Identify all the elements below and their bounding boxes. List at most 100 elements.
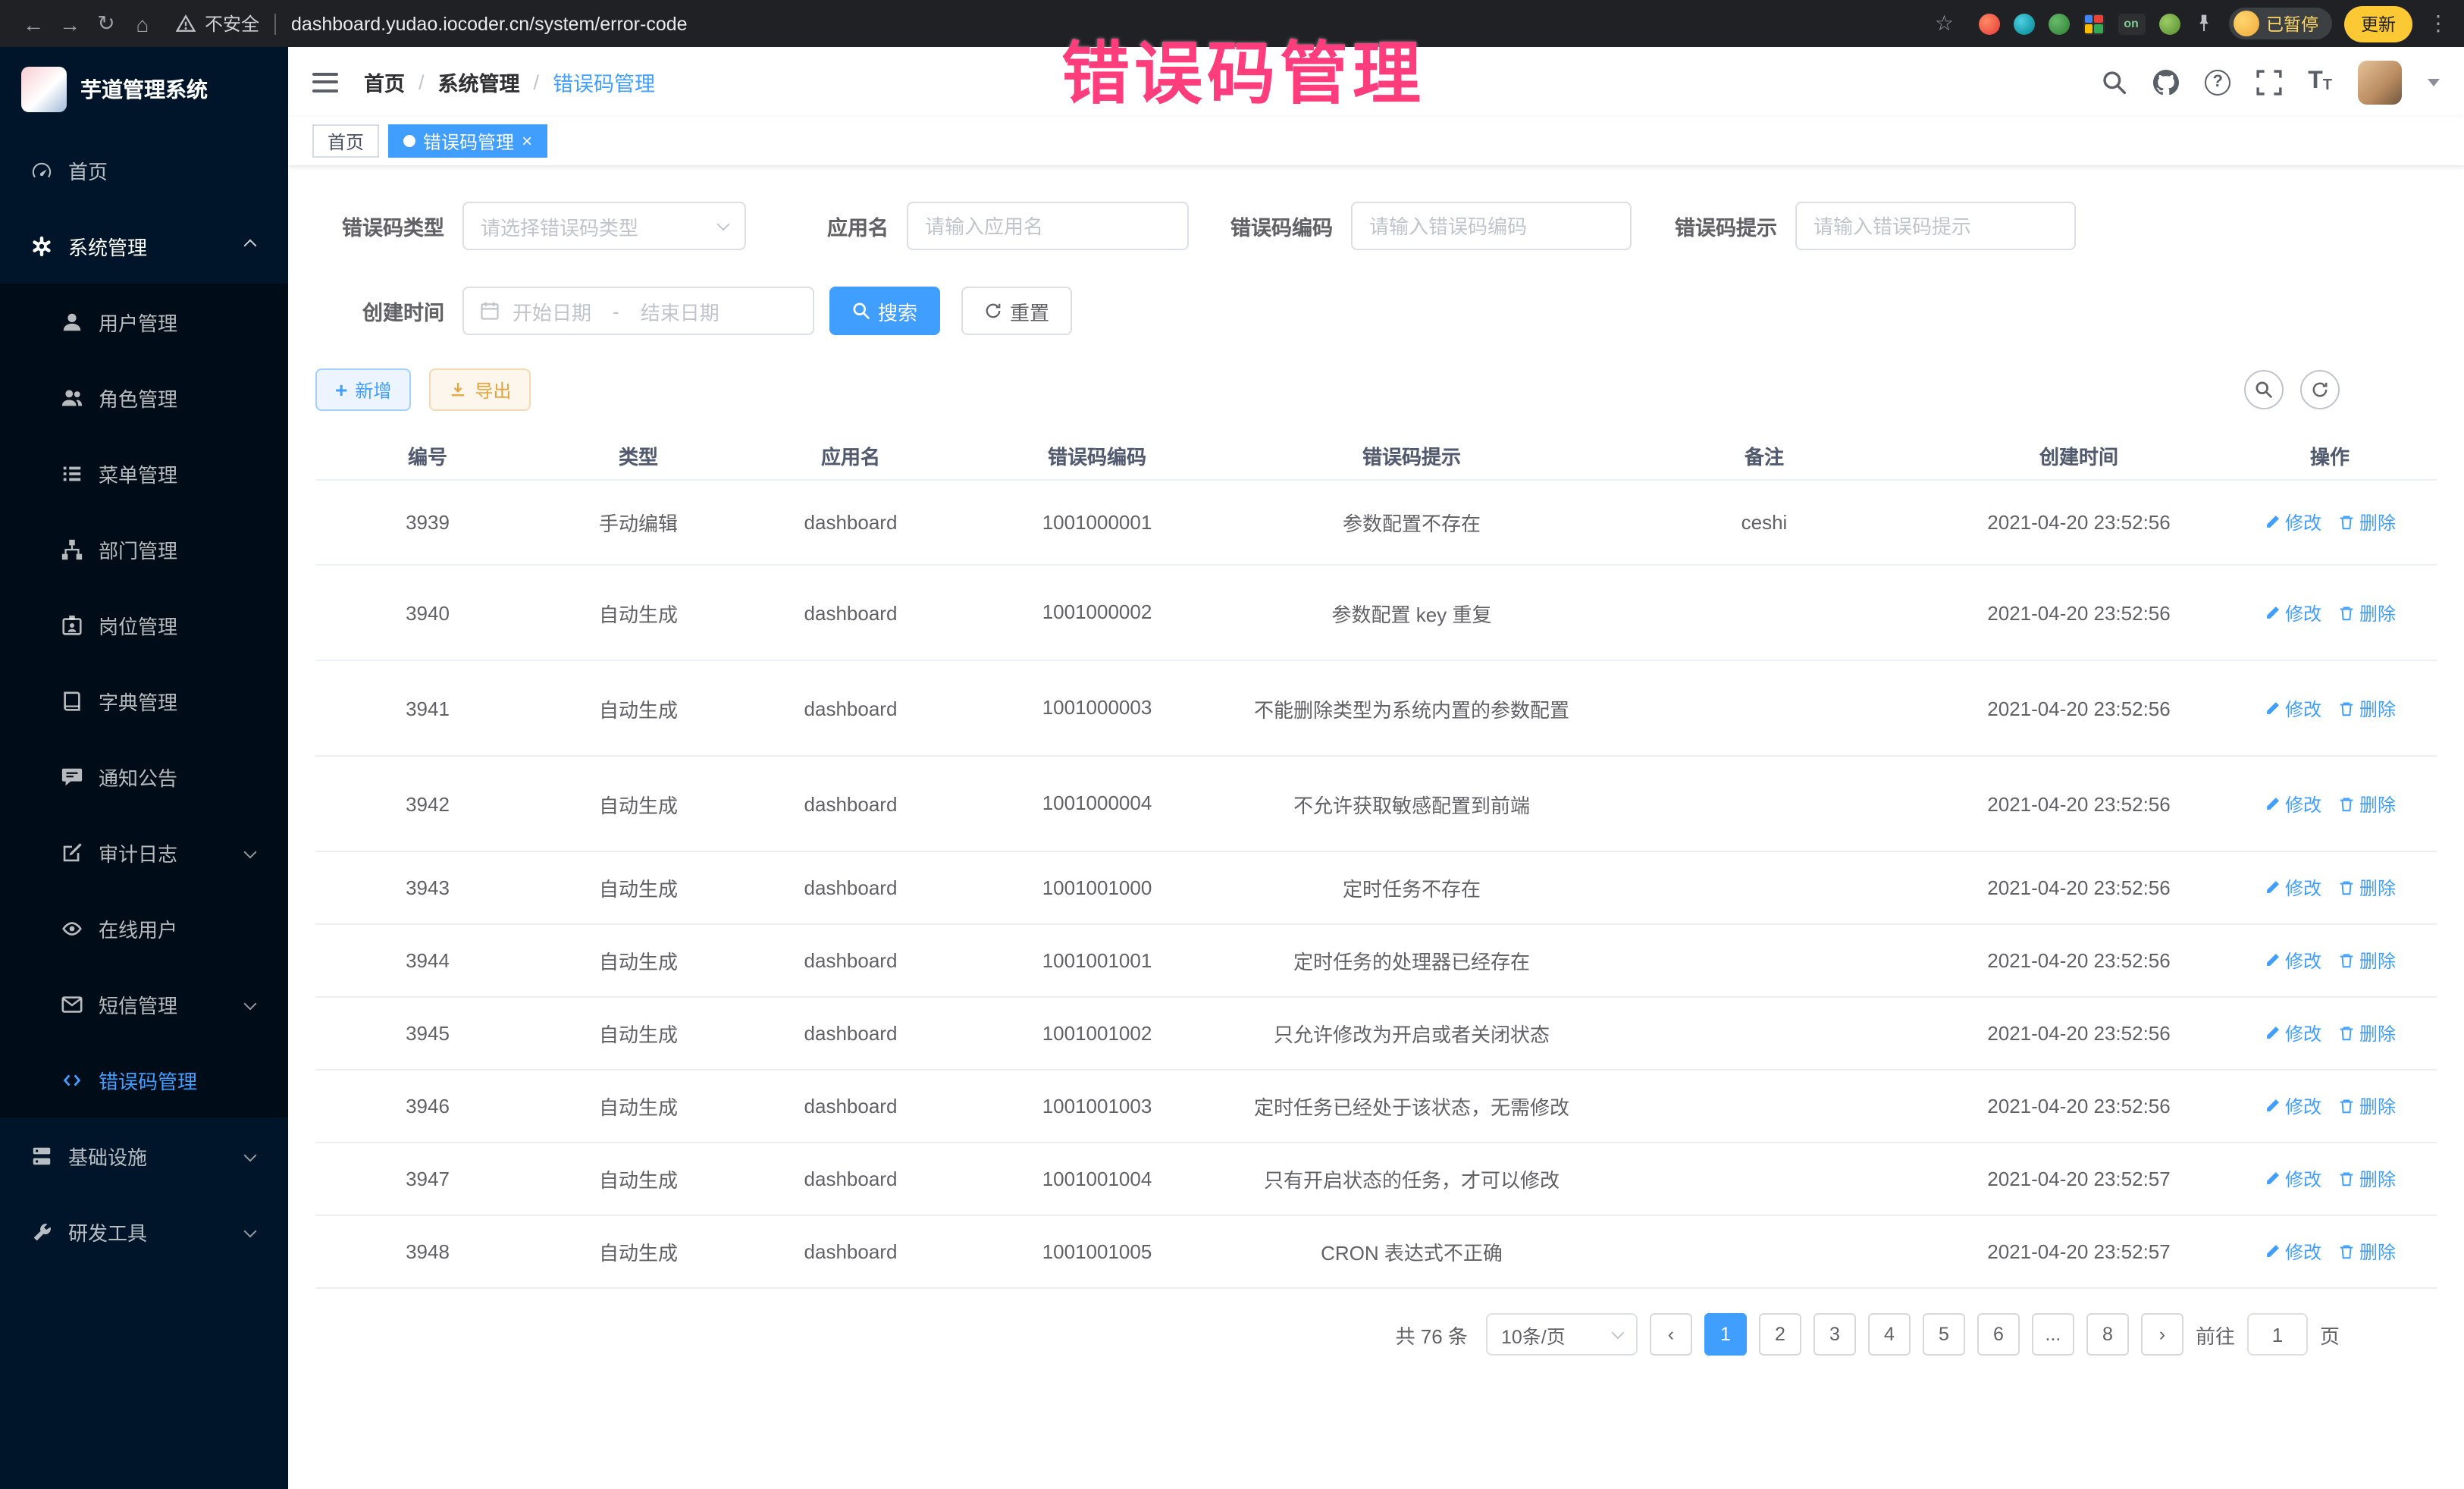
chevron-down-icon <box>244 1225 257 1238</box>
extension-icon[interactable] <box>2048 13 2069 34</box>
edit-button[interactable]: 修改 <box>2264 1166 2321 1192</box>
security-label[interactable]: 不安全 <box>205 11 259 36</box>
sidebar-item-depts[interactable]: 部门管理 <box>0 511 288 587</box>
sidebar-item-menus[interactable]: 菜单管理 <box>0 435 288 511</box>
delete-button[interactable]: 删除 <box>2338 875 2396 901</box>
page-button-4[interactable]: 4 <box>1868 1313 1911 1356</box>
user-avatar[interactable] <box>2358 60 2402 104</box>
edit-button[interactable]: 修改 <box>2264 1239 2321 1265</box>
error-code-input[interactable] <box>1351 202 1632 250</box>
delete-button[interactable]: 删除 <box>2338 1239 2396 1265</box>
edit-button[interactable]: 修改 <box>2264 509 2321 535</box>
goto-page-input[interactable] <box>2247 1313 2308 1356</box>
delete-button[interactable]: 删除 <box>2338 509 2396 535</box>
delete-button[interactable]: 删除 <box>2338 1093 2396 1119</box>
search-button[interactable]: 搜索 <box>829 287 940 335</box>
page-ellipsis-button[interactable]: ... <box>2032 1313 2074 1356</box>
sidebar-item-posts[interactable]: 岗位管理 <box>0 587 288 663</box>
page-button-8[interactable]: 8 <box>2086 1313 2129 1356</box>
add-button[interactable]: + 新增 <box>315 368 411 411</box>
browser-menu-icon[interactable]: ⋮ <box>2428 11 2449 36</box>
prev-page-button[interactable]: ‹ <box>1650 1313 1692 1356</box>
export-button[interactable]: 导出 <box>429 368 531 411</box>
app-logo[interactable]: 芋道管理系统 <box>0 47 288 132</box>
url-text[interactable]: dashboard.yudao.iocoder.cn/system/error-… <box>291 13 688 34</box>
sidebar-item-dev-tools[interactable]: 研发工具 <box>0 1193 288 1269</box>
chevron-down-icon <box>244 1149 257 1162</box>
table-row: 3943 自动生成 dashboard 1001001000 定时任务不存在 2… <box>315 852 2437 925</box>
profile-label: 已暂停 <box>2266 11 2318 36</box>
page-button-3[interactable]: 3 <box>1814 1313 1856 1356</box>
table-row: 3947 自动生成 dashboard 1001001004 只有开启状态的任务… <box>315 1143 2437 1216</box>
sidebar-item-notice[interactable]: 通知公告 <box>0 738 288 814</box>
tab-error-code[interactable]: 错误码管理 × <box>388 124 547 158</box>
reset-button[interactable]: 重置 <box>961 287 1072 335</box>
bookmark-star-icon[interactable]: ☆ <box>1935 11 1954 36</box>
sidebar-item-roles[interactable]: 角色管理 <box>0 359 288 435</box>
browser-profile-chip[interactable]: 已暂停 <box>2228 8 2332 39</box>
toggle-search-button[interactable] <box>2244 370 2284 409</box>
delete-button[interactable]: 删除 <box>2338 600 2396 625</box>
delete-button[interactable]: 删除 <box>2338 791 2396 817</box>
tab-home[interactable]: 首页 <box>312 124 379 158</box>
sidebar-item-home[interactable]: 首页 <box>0 132 288 208</box>
browser-update-button[interactable]: 更新 <box>2344 5 2412 42</box>
chevron-down-icon[interactable] <box>2428 78 2440 86</box>
sidebar-toggle-icon[interactable] <box>312 72 338 92</box>
address-bar[interactable]: 不安全 dashboard.yudao.iocoder.cn/system/er… <box>176 11 1963 36</box>
back-icon[interactable]: ← <box>15 11 52 36</box>
search-icon[interactable] <box>2102 69 2127 95</box>
edit-button[interactable]: 修改 <box>2264 875 2321 901</box>
error-code-table: 编号 类型 应用名 错误码编码 错误码提示 备注 创建时间 操作 3939 手动… <box>315 432 2437 1289</box>
fullscreen-icon[interactable] <box>2256 69 2282 95</box>
sidebar-item-error-code[interactable]: 错误码管理 <box>0 1042 288 1118</box>
sidebar-item-system[interactable]: 系统管理 <box>0 208 288 284</box>
sidebar-item-infra[interactable]: 基础设施 <box>0 1118 288 1193</box>
extension-on-badge[interactable]: on <box>2118 13 2145 34</box>
forward-icon[interactable]: → <box>52 11 88 36</box>
extension-icon[interactable] <box>1978 13 1999 34</box>
wrench-icon <box>30 1220 53 1243</box>
home-icon[interactable]: ⌂ <box>124 11 161 36</box>
date-range-picker[interactable]: 开始日期 - 结束日期 <box>462 287 814 335</box>
next-page-button[interactable]: › <box>2141 1313 2183 1356</box>
edit-button[interactable]: 修改 <box>2264 600 2321 625</box>
breadcrumb-home[interactable]: 首页 <box>364 67 405 97</box>
error-type-select[interactable]: 请选择错误码类型 <box>462 202 746 250</box>
pin-icon[interactable] <box>2193 14 2213 33</box>
app-name-input[interactable] <box>907 202 1189 250</box>
github-icon[interactable] <box>2153 69 2179 95</box>
delete-button[interactable]: 删除 <box>2338 948 2396 973</box>
edit-button[interactable]: 修改 <box>2264 1020 2321 1046</box>
filter-label-msg: 错误码提示 <box>1632 211 1795 241</box>
help-icon[interactable]: ? <box>2205 69 2230 95</box>
edit-button[interactable]: 修改 <box>2264 791 2321 817</box>
page-button-2[interactable]: 2 <box>1759 1313 1801 1356</box>
edit-button[interactable]: 修改 <box>2264 695 2321 721</box>
delete-button[interactable]: 删除 <box>2338 1166 2396 1192</box>
active-dot <box>403 135 415 147</box>
breadcrumb-system[interactable]: 系统管理 <box>438 67 520 97</box>
extension-icon[interactable] <box>2013 13 2034 34</box>
edit-button[interactable]: 修改 <box>2264 1093 2321 1119</box>
delete-button[interactable]: 删除 <box>2338 1020 2396 1046</box>
page-button-6[interactable]: 6 <box>1977 1313 2020 1356</box>
sidebar-item-online-users[interactable]: 在线用户 <box>0 890 288 966</box>
sidebar-item-audit-log[interactable]: 审计日志 <box>0 814 288 890</box>
page-size-select[interactable]: 10条/页 <box>1486 1313 1638 1356</box>
page-button-5[interactable]: 5 <box>1923 1313 1965 1356</box>
close-icon[interactable]: × <box>522 132 532 150</box>
edit-button[interactable]: 修改 <box>2264 948 2321 973</box>
refresh-button[interactable] <box>2300 370 2340 409</box>
chevron-down-icon <box>244 998 257 1011</box>
extension-icon[interactable] <box>2083 13 2104 34</box>
extension-icon[interactable] <box>2158 13 2180 34</box>
error-msg-input[interactable] <box>1795 202 2076 250</box>
sidebar-item-sms[interactable]: 短信管理 <box>0 966 288 1042</box>
reload-icon[interactable]: ↻ <box>88 11 124 36</box>
sidebar-item-dict[interactable]: 字典管理 <box>0 663 288 738</box>
font-size-icon[interactable]: TT <box>2308 70 2332 94</box>
page-button-1[interactable]: 1 <box>1704 1313 1747 1356</box>
sidebar-item-users[interactable]: 用户管理 <box>0 284 288 359</box>
delete-button[interactable]: 删除 <box>2338 695 2396 721</box>
